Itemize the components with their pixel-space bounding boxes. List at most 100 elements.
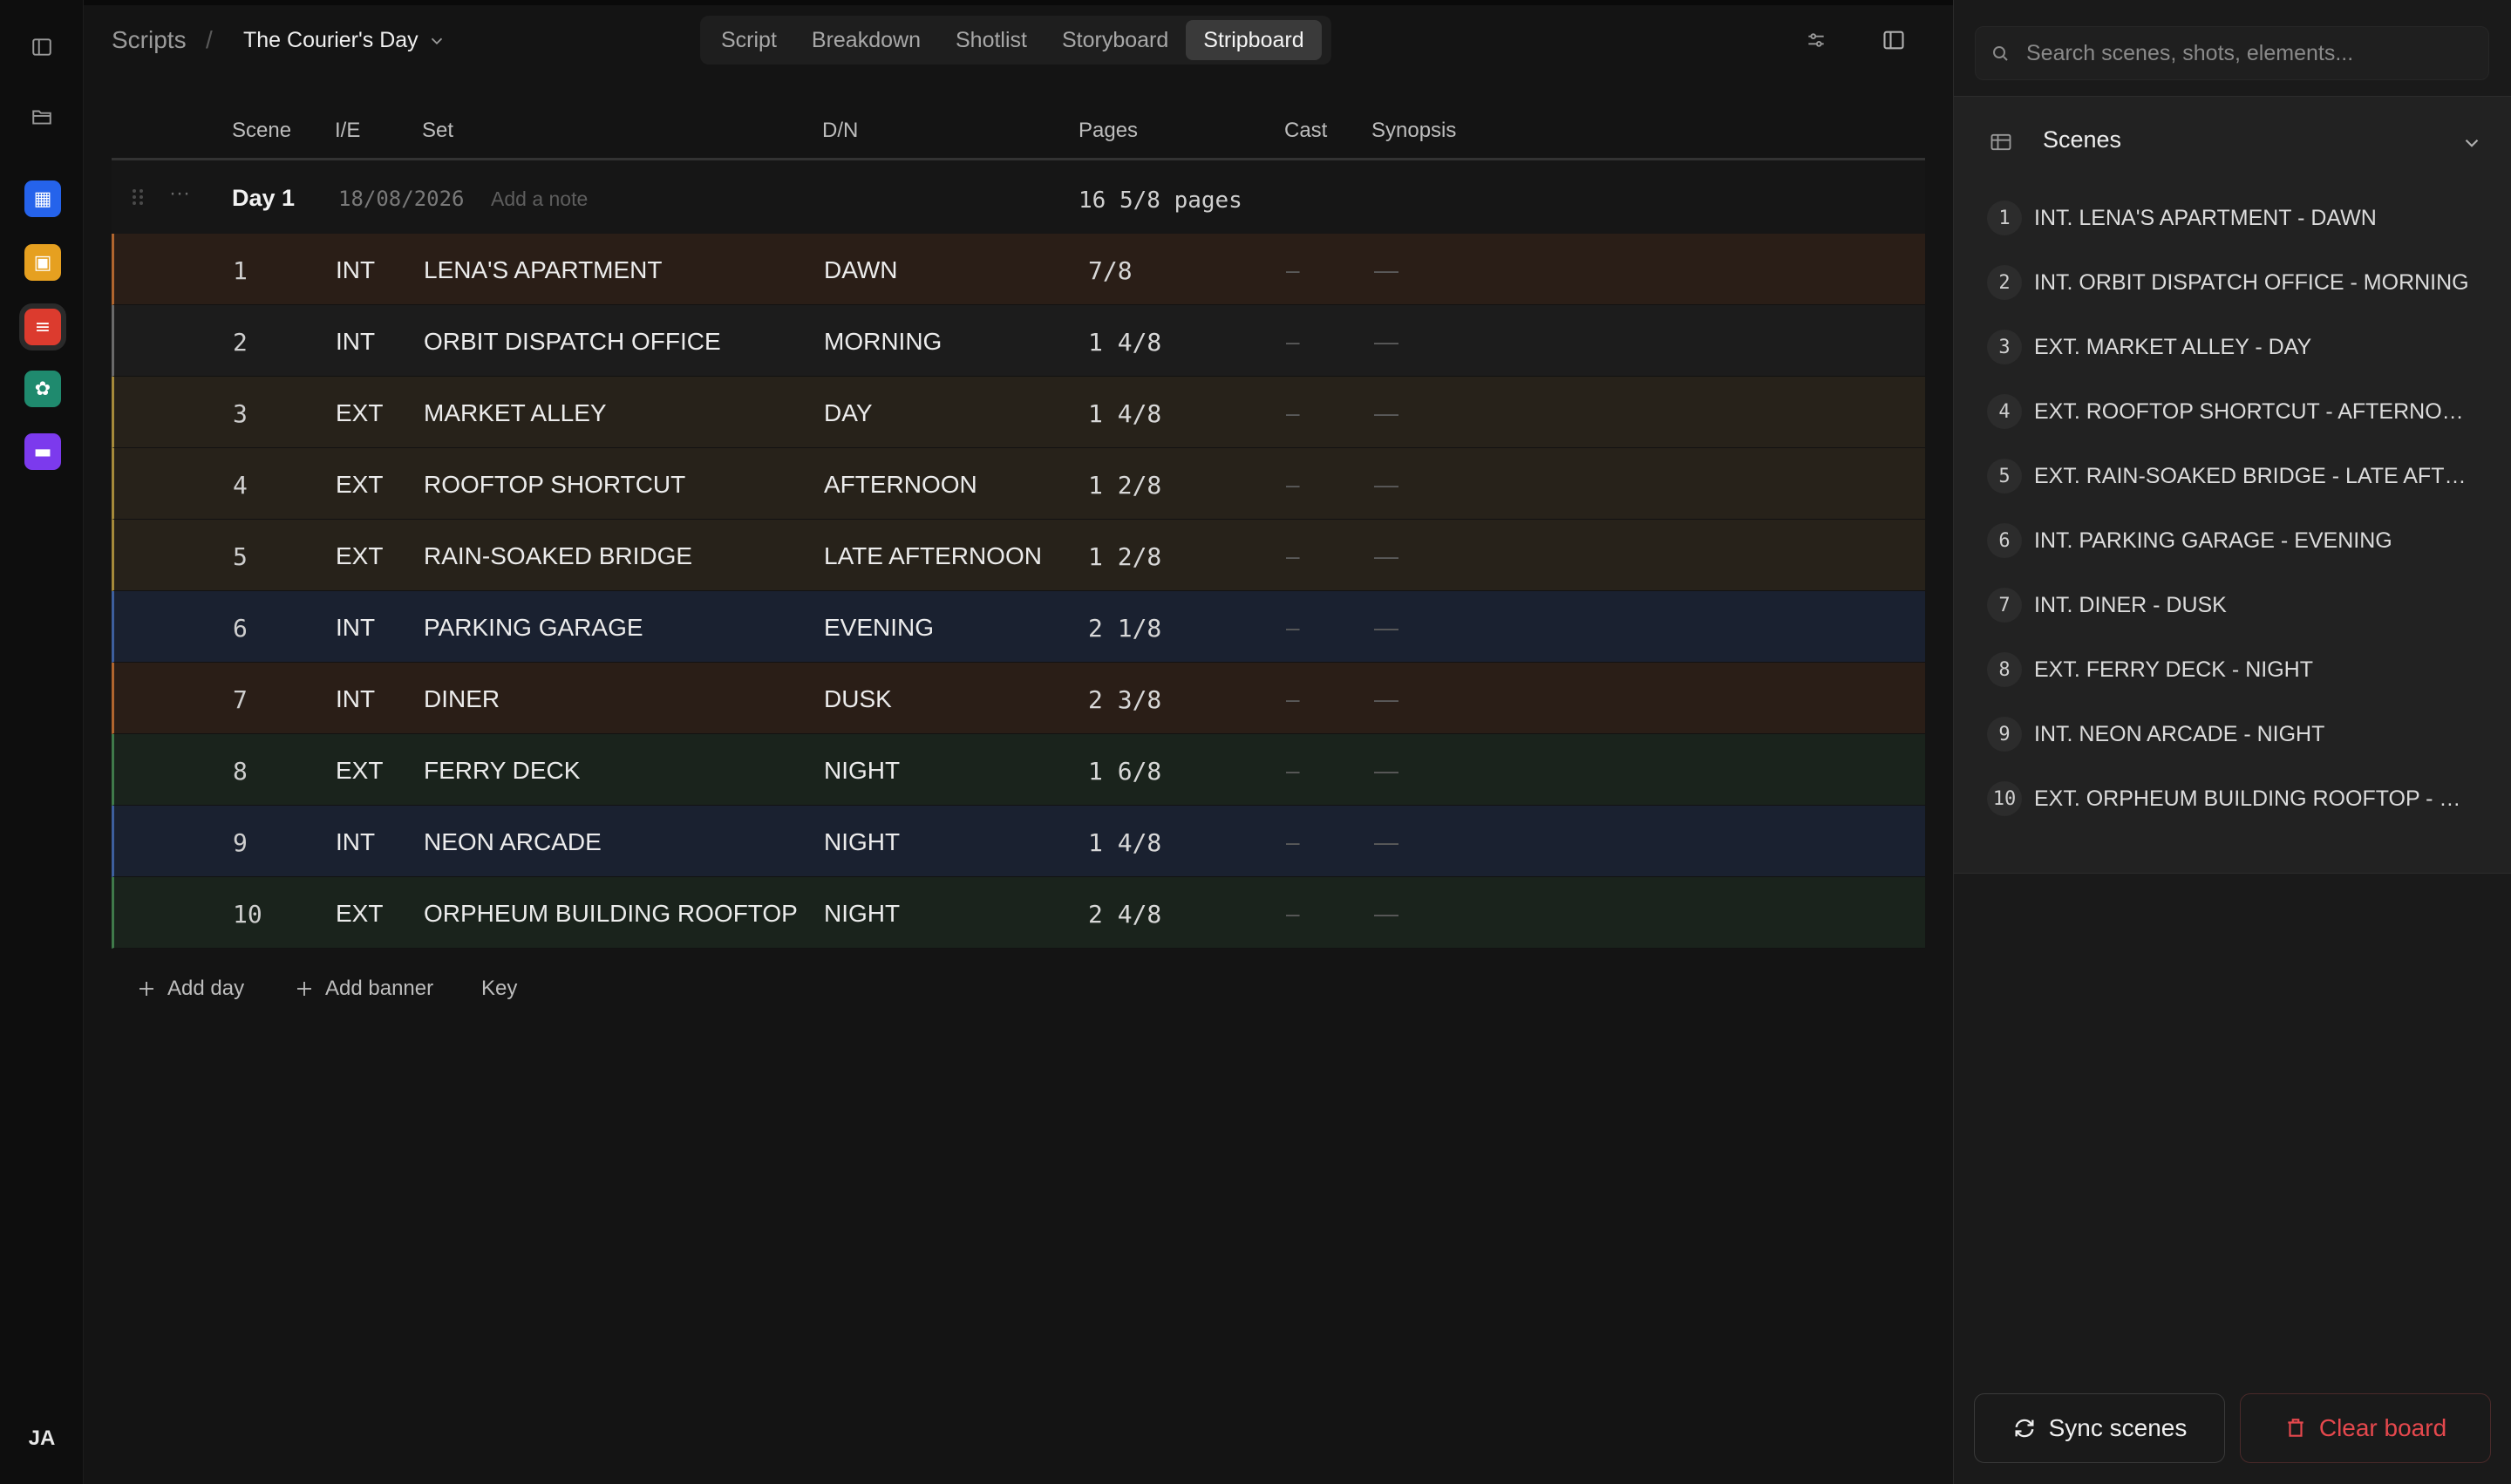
- strip-row[interactable]: 4 EXT ROOFTOP SHORTCUT AFTERNOON 1 2/8 – —: [112, 448, 1925, 520]
- strip-scene-number: 1: [233, 256, 248, 285]
- day-menu-button[interactable]: ···: [169, 181, 190, 206]
- column-set: Set: [422, 119, 454, 142]
- tab-storyboard[interactable]: Storyboard: [1045, 20, 1186, 60]
- strip-set: NEON ARCADE: [424, 828, 602, 855]
- table-header: Scene I/E Set D/N Pages Cast Synopsis: [112, 105, 1925, 160]
- scene-list-item[interactable]: 2 INT. ORBIT DISPATCH OFFICE - MORNING: [1987, 262, 2469, 303]
- strip-set: LENA'S APARTMENT: [424, 256, 663, 283]
- scene-heading: EXT. RAIN-SOAKED BRIDGE - LATE AFTER...: [2034, 463, 2470, 488]
- files-app-icon[interactable]: ▬: [24, 433, 61, 470]
- strip-cast: –: [1286, 828, 1300, 855]
- scene-number-badge: 2: [1987, 265, 2022, 300]
- strip-cast: –: [1286, 256, 1300, 283]
- tab-breakdown[interactable]: Breakdown: [794, 20, 938, 60]
- user-avatar[interactable]: JA: [0, 1426, 84, 1451]
- strip-int-ext: EXT: [336, 542, 384, 569]
- strip-pages: 2 3/8: [1088, 685, 1162, 714]
- table-icon: [1990, 133, 2011, 151]
- strip-row[interactable]: 6 INT PARKING GARAGE EVENING 2 1/8 – —: [112, 591, 1925, 663]
- scene-number-badge: 5: [1987, 459, 2022, 494]
- sync-scenes-label: Sync scenes: [2048, 1414, 2188, 1441]
- strip-row[interactable]: 3 EXT MARKET ALLEY DAY 1 4/8 – —: [112, 377, 1925, 448]
- day-header-row: ··· Day 1 18/08/2026 Add a note 16 5/8 p…: [112, 160, 1925, 234]
- strip-set: MARKET ALLEY: [424, 399, 607, 426]
- scene-heading: INT. DINER - DUSK: [2034, 592, 2227, 617]
- day-date[interactable]: 18/08/2026: [338, 187, 465, 211]
- strip-pages: 1 2/8: [1088, 471, 1162, 500]
- strip-int-ext: EXT: [336, 757, 384, 784]
- strip-set: ROOFTOP SHORTCUT: [424, 471, 686, 498]
- scene-list-item[interactable]: 9 INT. NEON ARCADE - NIGHT: [1987, 713, 2324, 755]
- elements-glyph-icon: ✿: [34, 378, 51, 400]
- key-button[interactable]: Key: [481, 977, 517, 1001]
- strip-scene-number: 10: [233, 900, 262, 929]
- script-app-icon[interactable]: ≡: [24, 309, 61, 345]
- toggle-panel-button[interactable]: [1876, 23, 1911, 58]
- strip-pages: 1 4/8: [1088, 399, 1162, 428]
- document-switcher[interactable]: The Courier's Day: [243, 28, 446, 53]
- sync-scenes-button[interactable]: Sync scenes: [1974, 1393, 2225, 1463]
- key-label: Key: [481, 977, 518, 1000]
- folder-icon: [32, 110, 51, 125]
- strip-row[interactable]: 9 INT NEON ARCADE NIGHT 1 4/8 – —: [112, 806, 1925, 877]
- scene-list-item[interactable]: 10 EXT. ORPHEUM BUILDING ROOFTOP - NIG...: [1987, 778, 2470, 820]
- strip-row[interactable]: 8 EXT FERRY DECK NIGHT 1 6/8 – —: [112, 734, 1925, 806]
- strip-int-ext: EXT: [336, 900, 384, 927]
- filters-button[interactable]: [1799, 23, 1834, 58]
- elements-app-icon[interactable]: ✿: [24, 371, 61, 407]
- strip-set: DINER: [424, 685, 500, 712]
- search-input[interactable]: [2026, 40, 2462, 66]
- strip-set: PARKING GARAGE: [424, 614, 643, 641]
- strip-row[interactable]: 1 INT LENA'S APARTMENT DAWN 7/8 – —: [112, 234, 1925, 305]
- strip-scene-number: 7: [233, 685, 248, 714]
- add-day-button[interactable]: Add day: [136, 977, 244, 1001]
- day-note-input[interactable]: Add a note: [491, 187, 588, 211]
- strip-synopsis: —: [1374, 542, 1398, 569]
- scene-list-item[interactable]: 8 EXT. FERRY DECK - NIGHT: [1987, 649, 2313, 691]
- scene-list-item[interactable]: 5 EXT. RAIN-SOAKED BRIDGE - LATE AFTER...: [1987, 455, 2470, 497]
- strip-scene-number: 5: [233, 542, 248, 571]
- scene-list-item[interactable]: 4 EXT. ROOFTOP SHORTCUT - AFTERNOON: [1987, 391, 2470, 432]
- board-app-icon[interactable]: ▦: [24, 180, 61, 217]
- panel-right-icon: [1883, 31, 1904, 50]
- tab-stripboard[interactable]: Stripboard: [1186, 20, 1322, 60]
- tab-shotlist[interactable]: Shotlist: [938, 20, 1045, 60]
- plus-icon: [140, 982, 153, 996]
- toggle-sidebar-button[interactable]: [24, 30, 59, 65]
- strip-set: ORPHEUM BUILDING ROOFTOP: [424, 900, 798, 927]
- column-ie: I/E: [335, 119, 361, 142]
- breadcrumb-scripts-link[interactable]: Scripts: [112, 26, 187, 54]
- strip-int-ext: INT: [336, 828, 376, 855]
- strip-pages: 2 1/8: [1088, 614, 1162, 643]
- projects-folder-button[interactable]: [24, 99, 59, 134]
- scene-list-item[interactable]: 3 EXT. MARKET ALLEY - DAY: [1987, 326, 2311, 368]
- images-app-icon[interactable]: ▣: [24, 244, 61, 281]
- scene-list-item[interactable]: 7 INT. DINER - DUSK: [1987, 584, 2227, 626]
- strip-synopsis: —: [1374, 757, 1398, 784]
- tab-script[interactable]: Script: [704, 20, 794, 60]
- strip-scene-number: 4: [233, 471, 248, 500]
- strip-list: 1 INT LENA'S APARTMENT DAWN 7/8 – — 2 INT ORBIT D…: [112, 234, 1925, 949]
- search-icon: [1993, 46, 2008, 61]
- strip-row[interactable]: 5 EXT RAIN-SOAKED BRIDGE LATE AFTERNOON 1 2/…: [112, 520, 1925, 591]
- strip-row[interactable]: 2 INT ORBIT DISPATCH OFFICE MORNING 1 4/8 – —: [112, 305, 1925, 377]
- clear-board-button[interactable]: Clear board: [2240, 1393, 2491, 1463]
- scene-list-item[interactable]: 1 INT. LENA'S APARTMENT - DAWN: [1987, 197, 2377, 239]
- drag-handle-icon[interactable]: [131, 187, 145, 208]
- plus-icon: [297, 982, 311, 996]
- column-scene: Scene: [232, 119, 292, 142]
- scene-list-item[interactable]: 6 INT. PARKING GARAGE - EVENING: [1987, 520, 2392, 562]
- refresh-icon: [2015, 1419, 2034, 1438]
- strip-synopsis: —: [1374, 685, 1398, 712]
- scenes-section-header[interactable]: Scenes: [1954, 97, 2511, 187]
- strip-row[interactable]: 10 EXT ORPHEUM BUILDING ROOFTOP NIGHT 2 4/8 –…: [112, 877, 1925, 949]
- strip-cast: –: [1286, 900, 1300, 927]
- add-banner-button[interactable]: Add banner: [294, 977, 433, 1001]
- column-dn: D/N: [822, 119, 859, 142]
- strip-day-night: DAY: [824, 399, 873, 426]
- day-page-total: 16 5/8 pages: [1079, 187, 1242, 214]
- strip-pages: 1 4/8: [1088, 328, 1162, 357]
- scene-number-badge: 8: [1987, 652, 2022, 687]
- strip-row[interactable]: 7 INT DINER DUSK 2 3/8 – —: [112, 663, 1925, 734]
- sidebar-icon: [32, 38, 51, 56]
